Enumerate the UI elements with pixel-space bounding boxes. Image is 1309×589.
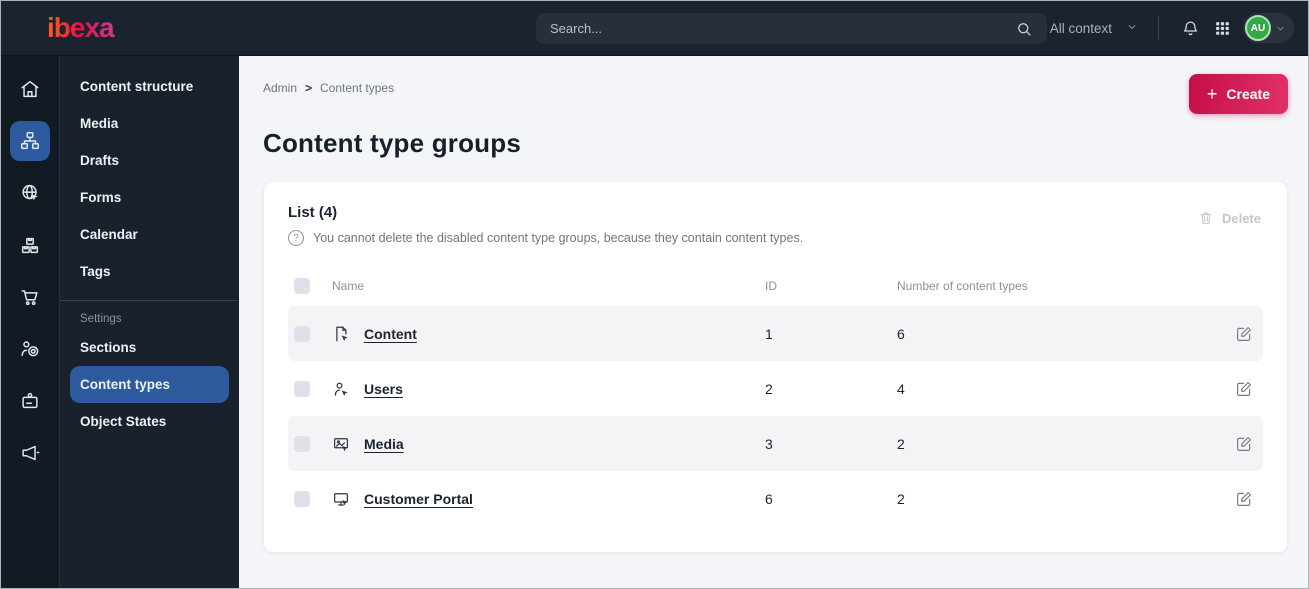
group-link-customer-portal[interactable]: Customer Portal — [364, 491, 473, 507]
table-row: Content 1 6 — [288, 306, 1263, 361]
content-file-icon — [336, 326, 348, 341]
sidebar-item-drafts[interactable]: Drafts — [60, 142, 239, 179]
sidebar-item-calendar[interactable]: Calendar — [60, 216, 239, 253]
megaphone-icon[interactable] — [10, 433, 50, 473]
user-menu[interactable]: AU — [1243, 13, 1294, 43]
delete-button-label: Delete — [1221, 210, 1261, 226]
group-count: 4 — [897, 380, 905, 397]
ibexa-logo[interactable]: ibexa — [47, 10, 143, 46]
avatar: AU — [1245, 15, 1271, 41]
ibexa-logo-image: ibexa — [47, 12, 116, 43]
cart-icon[interactable] — [10, 277, 50, 317]
trash-icon — [1200, 212, 1212, 224]
sidebar-menu: Content structure Media Drafts Forms Cal… — [59, 56, 239, 588]
group-id: 3 — [765, 435, 773, 452]
create-button-label: Create — [1226, 86, 1270, 102]
sidebar-item-sections[interactable]: Sections — [60, 329, 239, 366]
sidebar-item-forms[interactable]: Forms — [60, 179, 239, 216]
column-header-id: ID — [765, 279, 777, 293]
ibexa-admin-screen: ibexa Site: All context — [0, 0, 1309, 589]
main-content: Admin > Content types + Create Content t… — [239, 56, 1308, 588]
edit-button[interactable] — [1233, 433, 1255, 455]
sidebar-item-object-states[interactable]: Object States — [60, 403, 239, 440]
settings-section-header: Settings — [80, 313, 122, 325]
row-checkbox[interactable] — [294, 490, 310, 507]
users-icon — [334, 382, 348, 396]
group-count: 2 — [897, 435, 905, 452]
group-id: 1 — [765, 325, 773, 342]
table-header-row: Name ID Number of content types — [288, 266, 1263, 306]
content-type-groups-table: Name ID Number of content types Content … — [288, 266, 1263, 526]
site-globe-icon[interactable] — [10, 173, 50, 213]
helper-note: ? You cannot delete the disabled content… — [288, 230, 803, 246]
sidebar-item-tags[interactable]: Tags — [60, 253, 239, 290]
row-checkbox[interactable] — [294, 380, 310, 397]
logo-text: ibexa — [47, 12, 115, 43]
products-icon[interactable] — [10, 225, 50, 265]
group-id: 2 — [765, 380, 773, 397]
content-header: Admin > Content types + Create — [263, 74, 1288, 114]
page-title: Content type groups — [263, 128, 522, 158]
create-button[interactable]: + Create — [1188, 74, 1288, 114]
sidebar-item-content-structure[interactable]: Content structure — [60, 68, 239, 105]
group-id: 6 — [765, 490, 773, 507]
chevron-down-icon — [1275, 23, 1286, 34]
topbar-divider — [1158, 16, 1159, 40]
helper-text: You cannot delete the disabled content t… — [313, 231, 804, 245]
edit-button[interactable] — [1233, 488, 1255, 510]
content-type-groups-panel: List (4) ? You cannot delete the disable… — [263, 181, 1288, 553]
global-search — [536, 13, 1047, 44]
edit-button[interactable] — [1233, 323, 1255, 345]
chevron-down-icon — [1126, 21, 1138, 36]
column-header-name: Name — [332, 279, 365, 293]
customer-portal-monitor-icon — [334, 492, 349, 506]
media-image-icon — [334, 437, 349, 451]
breadcrumb-separator: > — [305, 81, 313, 95]
delete-button[interactable]: Delete — [1198, 210, 1261, 226]
select-all-checkbox[interactable] — [294, 278, 310, 294]
breadcrumb: Admin > Content types — [263, 81, 394, 95]
menu-divider — [60, 300, 239, 301]
group-count: 6 — [897, 325, 905, 342]
table-row: Users 2 4 — [288, 361, 1263, 416]
sidebar-item-media[interactable]: Media — [60, 105, 239, 142]
column-header-count: Number of content types — [897, 279, 1028, 293]
search-input[interactable] — [550, 21, 1013, 36]
breadcrumb-admin[interactable]: Admin — [263, 81, 297, 95]
row-checkbox[interactable] — [294, 325, 310, 342]
notifications-bell-icon[interactable] — [1179, 17, 1202, 40]
icon-rail — [1, 56, 59, 588]
list-title: List (4) — [288, 204, 338, 221]
home-icon[interactable] — [10, 69, 50, 109]
group-link-media[interactable]: Media — [364, 436, 404, 452]
content-structure-icon[interactable] — [10, 121, 50, 161]
body: Content structure Media Drafts Forms Cal… — [1, 56, 1308, 588]
customers-target-icon[interactable] — [10, 329, 50, 369]
table-row: Customer Portal 6 2 — [288, 471, 1263, 526]
group-link-users[interactable]: Users — [364, 381, 403, 397]
breadcrumb-content-types: Content types — [320, 81, 395, 95]
group-count: 2 — [897, 490, 905, 507]
sidebar-item-content-types[interactable]: Content types — [70, 366, 229, 403]
group-link-content[interactable]: Content — [364, 326, 417, 342]
app-grid-icon[interactable] — [1212, 18, 1233, 39]
topbar: ibexa Site: All context — [1, 1, 1308, 56]
table-row: Media 3 2 — [288, 416, 1263, 471]
search-icon[interactable] — [1013, 18, 1035, 40]
panel-header: List (4) ? You cannot delete the disable… — [288, 204, 1263, 246]
help-icon[interactable]: ? — [288, 230, 304, 246]
row-checkbox[interactable] — [294, 435, 310, 452]
plus-icon: + — [1206, 84, 1218, 104]
edit-button[interactable] — [1233, 378, 1255, 400]
corporate-badge-icon[interactable] — [10, 381, 50, 421]
